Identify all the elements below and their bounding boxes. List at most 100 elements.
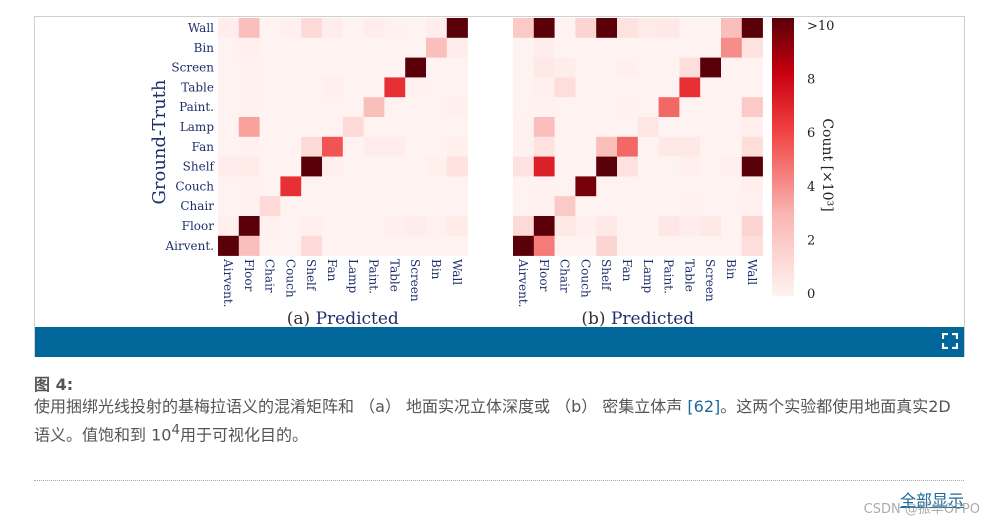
heatmap-cell	[596, 156, 618, 177]
heatmap-cell	[533, 37, 555, 58]
heatmap-cell	[617, 216, 639, 237]
heatmap-cell	[426, 117, 448, 138]
heatmap-cell	[575, 196, 597, 217]
heatmap-cell	[658, 77, 680, 98]
heatmap-cell	[679, 18, 701, 39]
colorbar	[772, 18, 794, 296]
heatmap-cell	[741, 77, 763, 98]
heatmap-cell	[575, 176, 597, 197]
column-label: Shelf	[599, 259, 613, 292]
heatmap-cell	[513, 97, 535, 118]
heatmap-cell	[384, 235, 406, 256]
heatmap-cell	[533, 235, 555, 256]
heatmap-cell	[342, 136, 364, 157]
heatmap-cell	[658, 196, 680, 217]
colorbar-tick-label: 4	[807, 180, 815, 195]
heatmap-cell	[741, 57, 763, 78]
heatmap-cell	[363, 18, 385, 39]
row-label: Wall	[188, 21, 214, 35]
heatmap-cell	[533, 117, 555, 138]
row-label: Fan	[192, 140, 215, 154]
figure-toolbar	[35, 327, 964, 357]
heatmap-cell	[658, 57, 680, 78]
heatmap-cell	[554, 77, 576, 98]
heatmap-cell	[721, 216, 743, 237]
heatmap-cell	[617, 235, 639, 256]
column-label: Couch	[283, 259, 297, 298]
heatmap-cell	[700, 235, 722, 256]
heatmap-cell	[342, 18, 364, 39]
heatmap-cell	[322, 117, 344, 138]
heatmap-cell	[301, 216, 323, 237]
heatmap-cell	[384, 216, 406, 237]
heatmap-cell	[554, 117, 576, 138]
heatmap-cell	[218, 235, 240, 256]
heatmap-cell	[554, 196, 576, 217]
heatmap-cell	[426, 57, 448, 78]
heatmap-cell	[405, 18, 427, 39]
heatmap-cell	[721, 37, 743, 58]
heatmap-cell	[301, 117, 323, 138]
heatmap-cell	[426, 216, 448, 237]
row-label: Paint.	[179, 100, 214, 114]
heatmap-cell	[700, 136, 722, 157]
heatmap-cell	[637, 97, 659, 118]
row-label: Screen	[171, 61, 214, 75]
heatmap-cell	[280, 196, 302, 217]
heatmap-cell	[617, 156, 639, 177]
heatmap-cell	[721, 77, 743, 98]
heatmap-cell	[322, 77, 344, 98]
heatmap-cell	[446, 57, 468, 78]
heatmap-cell	[238, 57, 260, 78]
heatmap-cell	[259, 18, 281, 39]
heatmap-cell	[658, 117, 680, 138]
heatmap-cell	[617, 18, 639, 39]
column-label: Bin	[429, 259, 443, 280]
heatmap-cell	[218, 216, 240, 237]
heatmap-cell	[741, 196, 763, 217]
heatmap-cell	[700, 196, 722, 217]
heatmap-cell	[637, 196, 659, 217]
heatmap-cell	[658, 136, 680, 157]
heatmap-cell	[513, 57, 535, 78]
column-label: Fan	[620, 259, 634, 282]
heatmap-cell	[741, 156, 763, 177]
heatmap-cell	[741, 216, 763, 237]
heatmap-cell	[280, 235, 302, 256]
heatmap-cell	[280, 37, 302, 58]
heatmap-cell	[700, 18, 722, 39]
heatmap-cell	[658, 156, 680, 177]
heatmap-cell	[301, 136, 323, 157]
heatmap-cell	[218, 37, 240, 58]
heatmap-cell	[679, 216, 701, 237]
heatmap-cell	[446, 37, 468, 58]
heatmap-cell	[658, 37, 680, 58]
heatmap-cell	[596, 97, 618, 118]
heatmap-cell	[238, 117, 260, 138]
heatmap-cell	[259, 176, 281, 197]
reference-link[interactable]: [62]	[687, 397, 720, 416]
heatmap-cell	[446, 136, 468, 157]
fullscreen-expand-icon[interactable]	[942, 333, 958, 349]
row-label: Lamp	[180, 120, 215, 134]
heatmap-cell	[405, 37, 427, 58]
heatmap-cell	[342, 176, 364, 197]
heatmap-cell	[322, 176, 344, 197]
heatmap-cell	[575, 57, 597, 78]
heatmap-cell	[700, 156, 722, 177]
heatmap-cell	[679, 156, 701, 177]
heatmap-cell	[721, 156, 743, 177]
heatmap-cell	[658, 97, 680, 118]
heatmap-cell	[596, 216, 618, 237]
heatmap-cell	[280, 216, 302, 237]
heatmap-cell	[617, 176, 639, 197]
column-label: Shelf	[304, 259, 318, 292]
heatmap-cell	[405, 97, 427, 118]
caption-part: 用于可视化目的。	[179, 425, 308, 445]
heatmap-cell	[741, 235, 763, 256]
heatmap-cell	[741, 136, 763, 157]
colorbar-tick-label: 0	[807, 287, 815, 302]
heatmap-cell	[658, 176, 680, 197]
heatmap-cell	[700, 97, 722, 118]
heatmap-cell	[446, 176, 468, 197]
